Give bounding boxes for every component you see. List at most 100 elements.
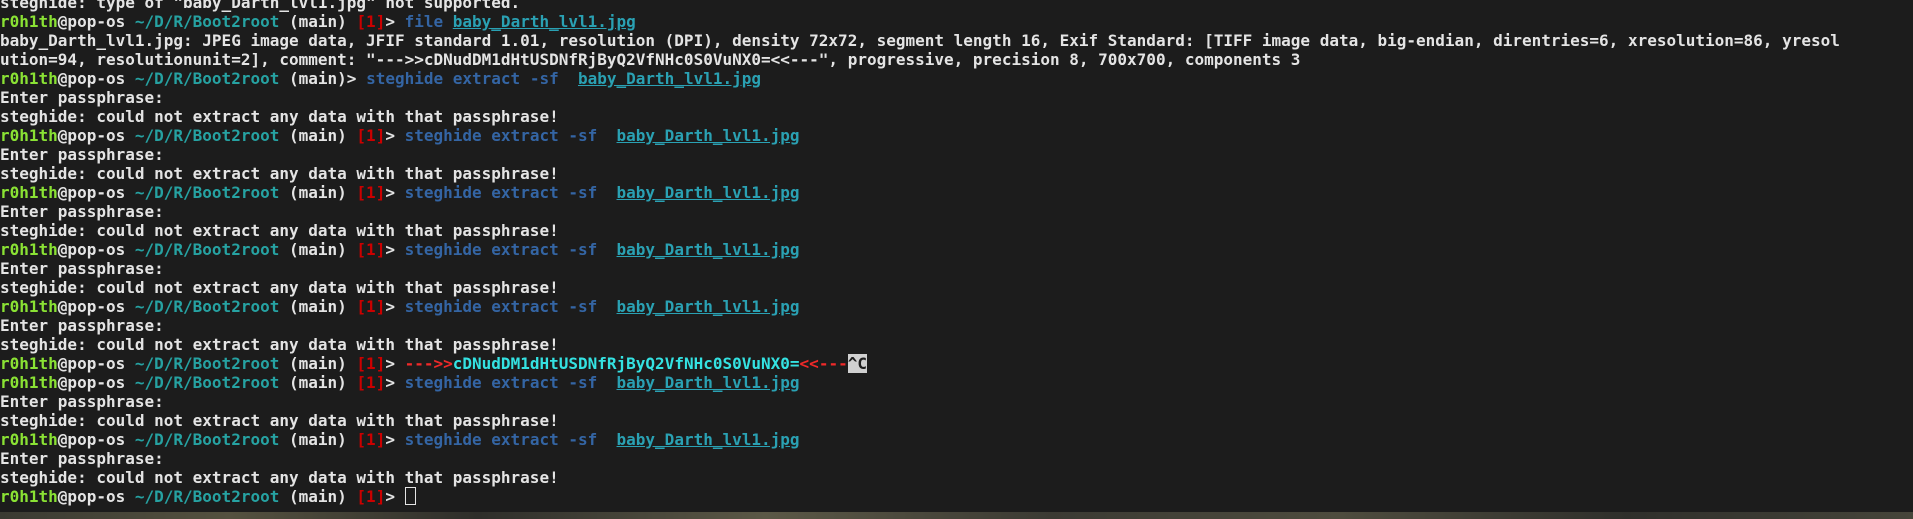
terminal-line: r0h1th@pop-os ~/D/R/Boot2root (main) [1]… xyxy=(0,373,1913,392)
output-text: Enter passphrase: xyxy=(0,88,164,107)
filename-argument: baby_Darth_lvl1.jpg xyxy=(452,12,636,31)
terminal-line: r0h1th@pop-os ~/D/R/Boot2root (main) [1]… xyxy=(0,487,1913,506)
output-text: > xyxy=(385,126,405,145)
output-text: steghide: could not extract any data wit… xyxy=(0,411,559,430)
output-text: @pop-os xyxy=(57,12,135,31)
output-text: (main)> xyxy=(279,69,367,88)
output-text: > xyxy=(385,183,405,202)
output-text: @pop-os xyxy=(57,430,135,449)
output-text: steghide: type of "baby_Darth_lvl1.jpg" … xyxy=(0,0,521,12)
filename-argument: baby_Darth_lvl1.jpg xyxy=(577,69,762,88)
output-text: steghide: could not extract any data wit… xyxy=(0,107,559,126)
filename-argument: baby_Darth_lvl1.jpg xyxy=(616,240,800,259)
output-text: @pop-os xyxy=(57,69,135,88)
command-text: steghide extract -sf xyxy=(366,69,578,88)
terminal-output: steghide: type of "baby_Darth_lvl1.jpg" … xyxy=(0,0,1913,506)
output-text: > xyxy=(385,487,405,506)
encoded-string: cDNudDM1dHtUSDNfRjByQ2VfNHc0S0VuNX0= xyxy=(452,354,800,373)
output-text: Enter passphrase: xyxy=(0,145,164,164)
terminal-line: r0h1th@pop-os ~/D/R/Boot2root (main) [1]… xyxy=(0,240,1913,259)
prompt-path: ~/D/R/Boot2root xyxy=(134,69,280,88)
terminal-line: steghide: could not extract any data wit… xyxy=(0,164,1913,183)
output-text: @pop-os xyxy=(57,183,135,202)
prompt-path: ~/D/R/Boot2root xyxy=(134,373,280,392)
delimiter-text: <<--- xyxy=(799,354,848,373)
prompt-path: ~/D/R/Boot2root xyxy=(134,354,280,373)
terminal-line: Enter passphrase: xyxy=(0,316,1913,335)
output-text: (main) xyxy=(279,430,357,449)
output-text: steghide: could not extract any data wit… xyxy=(0,221,559,240)
output-text: Enter passphrase: xyxy=(0,392,164,411)
exit-status: [1] xyxy=(356,297,386,316)
command-text: steghide extract -sf xyxy=(404,430,617,449)
prompt-path: ~/D/R/Boot2root xyxy=(134,240,280,259)
terminal-line: steghide: could not extract any data wit… xyxy=(0,335,1913,354)
output-text: @pop-os xyxy=(57,126,135,145)
command-text: steghide extract -sf xyxy=(404,240,617,259)
exit-status: [1] xyxy=(356,354,386,373)
output-text: (main) xyxy=(279,183,357,202)
prompt-username: r0h1th xyxy=(0,297,58,316)
terminal-line: Enter passphrase: xyxy=(0,449,1913,468)
output-text: (main) xyxy=(279,354,357,373)
command-text: steghide extract -sf xyxy=(404,373,617,392)
output-text: > xyxy=(385,430,405,449)
output-text: (main) xyxy=(279,240,357,259)
filename-argument: baby_Darth_lvl1.jpg xyxy=(616,183,800,202)
output-text: > xyxy=(385,373,405,392)
terminal-line: steghide: could not extract any data wit… xyxy=(0,411,1913,430)
prompt-username: r0h1th xyxy=(0,69,58,88)
output-text: @pop-os xyxy=(57,373,135,392)
terminal-line: steghide: could not extract any data wit… xyxy=(0,278,1913,297)
command-text: file xyxy=(404,12,453,31)
prompt-path: ~/D/R/Boot2root xyxy=(134,487,280,506)
prompt-path: ~/D/R/Boot2root xyxy=(134,183,280,202)
output-text: (main) xyxy=(279,297,357,316)
output-text: @pop-os xyxy=(57,297,135,316)
prompt-path: ~/D/R/Boot2root xyxy=(134,126,280,145)
output-text: Enter passphrase: xyxy=(0,316,164,335)
output-text: > xyxy=(385,12,405,31)
filename-argument: baby_Darth_lvl1.jpg xyxy=(616,126,800,145)
filename-argument: baby_Darth_lvl1.jpg xyxy=(616,373,800,392)
exit-status: [1] xyxy=(356,126,386,145)
delimiter-text: --->> xyxy=(404,354,453,373)
text-cursor[interactable] xyxy=(404,487,416,505)
prompt-username: r0h1th xyxy=(0,354,58,373)
filename-argument: baby_Darth_lvl1.jpg xyxy=(616,297,800,316)
filename-argument: baby_Darth_lvl1.jpg xyxy=(616,430,800,449)
interrupt-marker: ^C xyxy=(847,354,867,373)
prompt-username: r0h1th xyxy=(0,487,58,506)
output-text: > xyxy=(385,297,405,316)
output-text: (main) xyxy=(279,126,357,145)
output-text: steghide: could not extract any data wit… xyxy=(0,278,559,297)
prompt-username: r0h1th xyxy=(0,12,58,31)
output-text: @pop-os xyxy=(57,354,135,373)
command-text: steghide extract -sf xyxy=(404,297,617,316)
exit-status: [1] xyxy=(356,487,386,506)
output-text: steghide: could not extract any data wit… xyxy=(0,468,559,487)
prompt-path: ~/D/R/Boot2root xyxy=(134,297,280,316)
prompt-username: r0h1th xyxy=(0,373,58,392)
output-text: @pop-os xyxy=(57,487,135,506)
output-text: (main) xyxy=(279,487,357,506)
command-text: steghide extract -sf xyxy=(404,183,617,202)
prompt-username: r0h1th xyxy=(0,240,58,259)
output-text: steghide: could not extract any data wit… xyxy=(0,335,559,354)
exit-status: [1] xyxy=(356,373,386,392)
terminal-line: r0h1th@pop-os ~/D/R/Boot2root (main) [1]… xyxy=(0,430,1913,449)
terminal-line: Enter passphrase: xyxy=(0,392,1913,411)
output-text: Enter passphrase: xyxy=(0,202,164,221)
output-text: > xyxy=(385,354,405,373)
terminal-window[interactable]: steghide: type of "baby_Darth_lvl1.jpg" … xyxy=(0,0,1913,512)
terminal-line: Enter passphrase: xyxy=(0,88,1913,107)
terminal-line: baby_Darth_lvl1.jpg: JPEG image data, JF… xyxy=(0,31,1913,50)
desktop-wallpaper-strip xyxy=(0,512,1913,519)
exit-status: [1] xyxy=(356,12,386,31)
output-text: (main) xyxy=(279,12,357,31)
output-text: Enter passphrase: xyxy=(0,259,164,278)
output-text: steghide: could not extract any data wit… xyxy=(0,164,559,183)
prompt-username: r0h1th xyxy=(0,430,58,449)
output-text: (main) xyxy=(279,373,357,392)
terminal-line: r0h1th@pop-os ~/D/R/Boot2root (main) [1]… xyxy=(0,297,1913,316)
